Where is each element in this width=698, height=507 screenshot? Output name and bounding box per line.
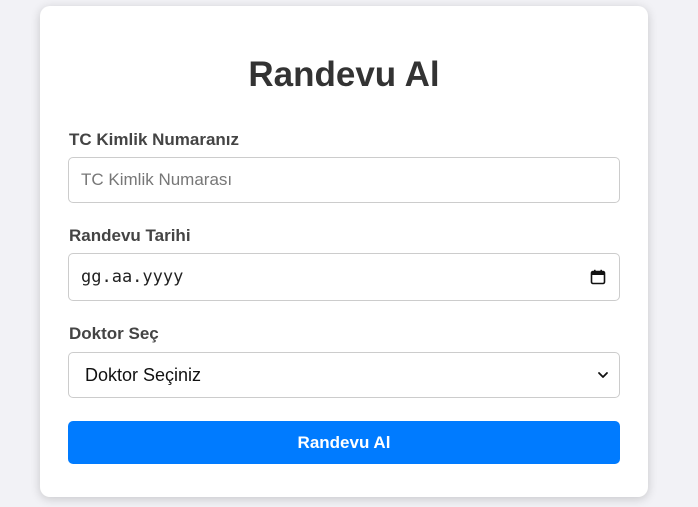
date-label: Randevu Tarihi [69, 226, 191, 245]
calendar-icon[interactable] [589, 268, 607, 286]
tc-label: TC Kimlik Numaranız [69, 130, 240, 149]
submit-button[interactable]: Randevu Al [68, 421, 620, 464]
doctor-label: Doktor Seç [69, 324, 159, 343]
tc-input[interactable] [68, 157, 620, 203]
doctor-select[interactable]: Doktor Seçiniz [68, 352, 620, 398]
date-placeholder: gg.aa.yyyy [81, 267, 184, 287]
doctor-selected-value: Doktor Seçiniz [85, 364, 202, 385]
appointment-card: Randevu Al TC Kimlik Numaranız Randevu T… [40, 6, 648, 497]
date-input[interactable]: gg.aa.yyyy [68, 253, 620, 301]
chevron-down-icon [597, 369, 609, 381]
page-title: Randevu Al [248, 55, 440, 94]
